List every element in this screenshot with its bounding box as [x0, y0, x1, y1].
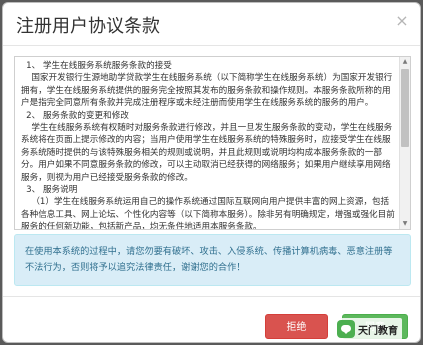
agreement-text-area[interactable]: 1、 学生在线服务系统服务条款的接受 国家开发银行生源地助学贷款学生在线服务系统…: [14, 56, 411, 230]
watermark: 天门教育: [335, 318, 402, 340]
scroll-down-arrow-icon[interactable]: ▼: [400, 219, 410, 229]
notice-text: 在使用本系统的过程中，请您勿要有破坏、攻击、入侵系统、传播计算机病毒、恶意注册等…: [25, 246, 393, 273]
reject-button[interactable]: 拒绝: [265, 314, 328, 339]
scroll-up-arrow-icon[interactable]: ▲: [400, 57, 410, 67]
wechat-logo-icon: [337, 320, 355, 338]
close-icon[interactable]: ×: [394, 13, 410, 29]
dialog-title: 注册用户协议条款: [16, 16, 160, 37]
section-heading: 1、 学生在线服务系统服务条款的接受: [26, 61, 172, 71]
dialog-header: 注册用户协议条款 ×: [3, 3, 420, 46]
section-paragraph: 国家开发银行生源地助学贷款学生在线服务系统（以下简称学生在线服务系统）为国家开发…: [21, 73, 393, 109]
warning-notice: 在使用本系统的过程中，请您勿要有破坏、攻击、入侵系统、传播计算机病毒、恶意注册等…: [14, 234, 411, 286]
section-heading: 2、 服务条款的变更和修改: [26, 110, 129, 121]
vertical-scrollbar[interactable]: ▲ ▼: [399, 57, 410, 229]
agreement-content: 1、 学生在线服务系统服务条款的接受 国家开发银行生源地助学贷款学生在线服务系统…: [15, 57, 400, 229]
watermark-text: 天门教育: [358, 325, 398, 337]
agreement-dialog: 注册用户协议条款 × 1、 学生在线服务系统服务条款的接受 国家开发银行生源地助…: [2, 2, 421, 343]
section-paragraph: （1）学生在线服务系统运用自己的操作系统通过国际互联网向用户提供丰富的网上资源，…: [21, 197, 395, 229]
section-paragraph: 学生在线服务系统有权随时对服务条款进行修改，并且一旦发生服务条款的变动，学生在线…: [21, 123, 393, 183]
section-heading: 3、 服务说明: [26, 185, 78, 196]
scroll-thumb[interactable]: [401, 69, 409, 147]
